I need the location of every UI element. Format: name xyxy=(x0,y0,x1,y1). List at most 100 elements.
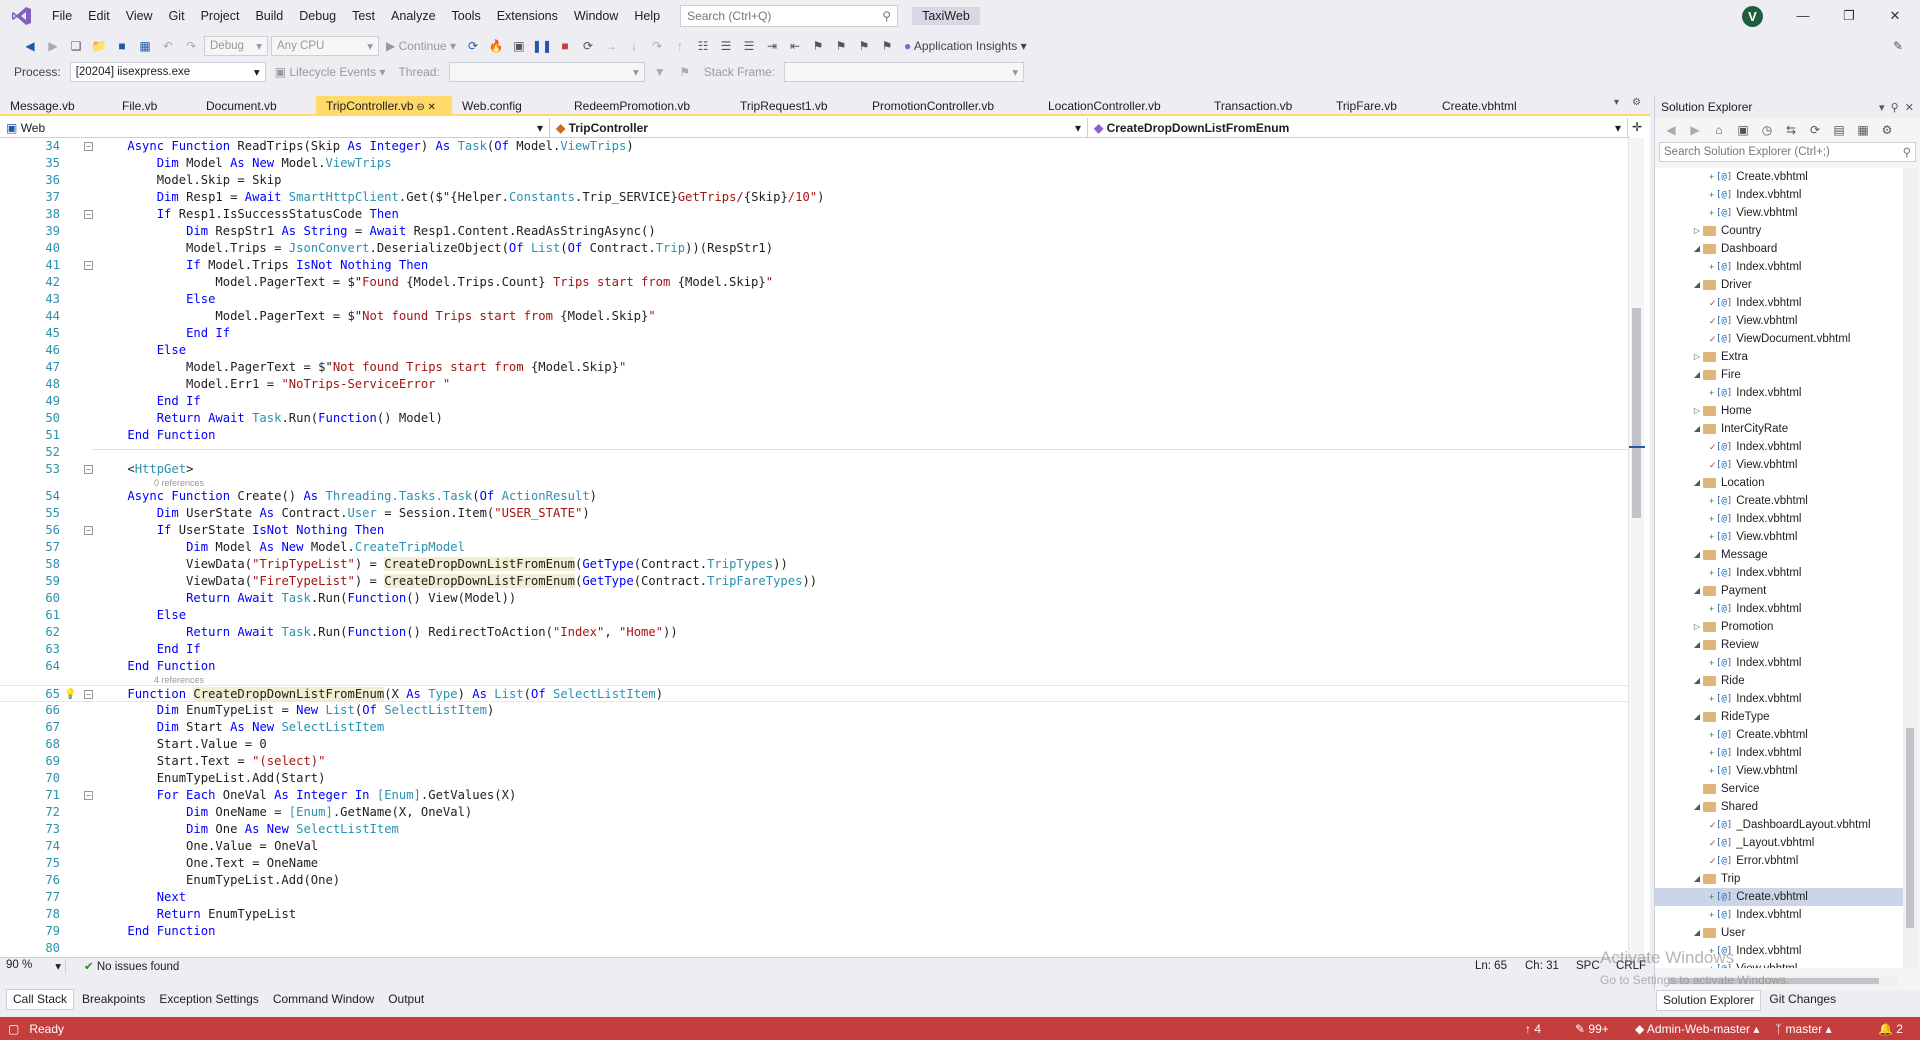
tree-file[interactable]: ✓ [@] _DashboardLayout.vbhtml xyxy=(1655,816,1905,834)
close-panel-icon[interactable]: ✕ xyxy=(1905,102,1914,114)
avatar[interactable]: V xyxy=(1742,6,1763,27)
push-indicator[interactable]: ↑ 4 xyxy=(1525,1022,1541,1036)
menu-file[interactable]: File xyxy=(44,0,80,32)
code-line[interactable]: 39 Dim RespStr1 As String = Await Resp1.… xyxy=(0,223,1630,240)
tree-file[interactable]: + [@] Index.vbhtml xyxy=(1655,744,1905,762)
properties-icon[interactable]: ⚙ xyxy=(1877,120,1897,140)
tab-redeempromotion-vb[interactable]: RedeemPromotion.vb xyxy=(564,96,730,114)
expanded-arrow-icon[interactable]: ◢ xyxy=(1691,546,1703,564)
code-line[interactable]: 66 Dim EnumTypeList = New List(Of Select… xyxy=(0,702,1630,719)
tree-folder[interactable]: ◢ InterCityRate xyxy=(1655,420,1905,438)
tab-transaction-vb[interactable]: Transaction.vb xyxy=(1204,96,1326,114)
tree-file[interactable]: + [@] Index.vbhtml xyxy=(1655,600,1905,618)
tree-file[interactable]: ✓ [@] _Layout.vbhtml xyxy=(1655,834,1905,852)
code-line[interactable]: 44 Model.PagerText = $"Not found Trips s… xyxy=(0,308,1630,325)
tree-folder[interactable]: ◢ Shared xyxy=(1655,798,1905,816)
notifications-button[interactable]: 🔔 2 xyxy=(1878,1022,1903,1036)
collapse-icon[interactable]: − xyxy=(84,791,93,800)
tab-web-config[interactable]: Web.config xyxy=(452,96,564,114)
tree-folder[interactable]: ▷ Country xyxy=(1655,222,1905,240)
hot-reload-icon[interactable]: 🔥 xyxy=(486,36,506,56)
refresh-tree-icon[interactable]: ⟳ xyxy=(1805,120,1825,140)
tool-tab-command-window[interactable]: Command Window xyxy=(267,990,380,1009)
code-line[interactable]: 64 End Function xyxy=(0,658,1630,675)
code-line[interactable]: 78 Return EnumTypeList xyxy=(0,906,1630,923)
tab-triprequest1-vb[interactable]: TripRequest1.vb xyxy=(730,96,862,114)
member-dropdown[interactable]: ◆ CreateDropDownListFromEnum ▾ xyxy=(1088,118,1628,138)
pending-changes-indicator[interactable]: ✎ 99+ xyxy=(1575,1022,1609,1036)
thread-select[interactable]: ▾ xyxy=(448,62,645,82)
step-into-icon[interactable]: ↓ xyxy=(624,36,644,56)
menu-extensions[interactable]: Extensions xyxy=(489,0,566,32)
collapsed-arrow-icon[interactable]: ▷ xyxy=(1691,348,1703,366)
se-back-icon[interactable]: ◀ xyxy=(1661,120,1681,140)
menu-debug[interactable]: Debug xyxy=(291,0,344,32)
tree-folder[interactable]: ◢ Message xyxy=(1655,546,1905,564)
tool-tab-breakpoints[interactable]: Breakpoints xyxy=(76,990,151,1009)
zoom-select[interactable]: 90 % ▾ xyxy=(0,959,66,973)
step-out-icon[interactable]: ↑ xyxy=(670,36,690,56)
code-line[interactable]: 57 Dim Model As New Model.CreateTripMode… xyxy=(0,539,1630,556)
code-line[interactable]: 65 − 💡 Function CreateDropDownListFromEnum… xyxy=(0,685,1630,702)
tree-file[interactable]: +[@]View.vbhtml xyxy=(1655,762,1905,780)
pending-changes-filter-icon[interactable]: ◷ xyxy=(1757,120,1777,140)
code-line[interactable]: 48 Model.Err1 = "NoTrips-ServiceError " xyxy=(0,376,1630,393)
switch-views-icon[interactable]: ▣ xyxy=(1733,120,1753,140)
code-line[interactable]: 73 Dim One As New SelectListItem xyxy=(0,821,1630,838)
expanded-arrow-icon[interactable]: ◢ xyxy=(1691,636,1703,654)
open-file-icon[interactable]: 📁 xyxy=(89,36,109,56)
code-line[interactable]: 62 Return Await Task.Run(Function() Redi… xyxy=(0,624,1630,641)
expanded-arrow-icon[interactable]: ◢ xyxy=(1691,870,1703,888)
collapse-icon[interactable]: − xyxy=(84,690,93,699)
redo-icon[interactable]: ↷ xyxy=(181,36,201,56)
tree-folder[interactable]: ◢ Payment xyxy=(1655,582,1905,600)
step-over-icon[interactable]: ↷ xyxy=(647,36,667,56)
application-insights-button[interactable]: ● Application Insights ▾ xyxy=(900,39,1031,53)
code-line[interactable]: 45 End If xyxy=(0,325,1630,342)
tree-scrollbar-thumb[interactable] xyxy=(1906,728,1914,928)
tree-folder[interactable]: ◢ Fire xyxy=(1655,366,1905,384)
expanded-arrow-icon[interactable]: ◢ xyxy=(1691,276,1703,294)
code-line[interactable]: 43 Else xyxy=(0,291,1630,308)
sync-icon[interactable]: ⇆ xyxy=(1781,120,1801,140)
code-line[interactable]: 47 Model.PagerText = $"Not found Trips s… xyxy=(0,359,1630,376)
tree-folder[interactable]: ◢ RideType xyxy=(1655,708,1905,726)
expanded-arrow-icon[interactable]: ◢ xyxy=(1691,582,1703,600)
code-line[interactable]: 42 Model.PagerText = $"Found {Model.Trip… xyxy=(0,274,1630,291)
lightbulb-icon[interactable]: 💡 xyxy=(64,686,76,703)
collapsed-arrow-icon[interactable]: ▷ xyxy=(1691,402,1703,420)
bookmark-icon[interactable]: ⚑ xyxy=(808,36,828,56)
tree-file[interactable]: ✓ [@] Index.vbhtml xyxy=(1655,438,1905,456)
split-window-icon[interactable]: ✛ xyxy=(1632,120,1642,134)
prev-bookmark-icon[interactable]: ⚑ xyxy=(854,36,874,56)
refresh-icon[interactable]: ⟳ xyxy=(463,36,483,56)
code-line[interactable]: 37 Dim Resp1 = Await SmartHttpClient.Get… xyxy=(0,189,1630,206)
tree-file[interactable]: + [@] Index.vbhtml xyxy=(1655,654,1905,672)
code-line[interactable]: 75 One.Text = OneName xyxy=(0,855,1630,872)
home-icon[interactable]: ⌂ xyxy=(1709,120,1729,140)
tree-folder[interactable]: ◢ Location xyxy=(1655,474,1905,492)
code-line[interactable]: 50 Return Await Task.Run(Function() Mode… xyxy=(0,410,1630,427)
expanded-arrow-icon[interactable]: ◢ xyxy=(1691,366,1703,384)
forward-icon[interactable]: ▶ xyxy=(43,36,63,56)
code-line[interactable]: 67 Dim Start As New SelectListItem xyxy=(0,719,1630,736)
menu-view[interactable]: View xyxy=(118,0,161,32)
code-line[interactable]: 34 − Async Function ReadTrips(Skip As Int… xyxy=(0,138,1630,155)
menu-window[interactable]: Window xyxy=(566,0,626,32)
code-line[interactable]: 68 Start.Value = 0 xyxy=(0,736,1630,753)
filter-icon[interactable]: ▼ xyxy=(650,62,670,82)
code-line[interactable]: 63 End If xyxy=(0,641,1630,658)
code-line[interactable]: 61 Else xyxy=(0,607,1630,624)
code-line[interactable]: 60 Return Await Task.Run(Function() View… xyxy=(0,590,1630,607)
pause-icon[interactable]: ❚❚ xyxy=(532,36,552,56)
code-line[interactable]: 53 − <HttpGet> xyxy=(0,461,1630,478)
expanded-arrow-icon[interactable]: ◢ xyxy=(1691,924,1703,942)
menu-edit[interactable]: Edit xyxy=(80,0,118,32)
pin-icon[interactable]: ⚲ xyxy=(1891,102,1899,114)
menu-project[interactable]: Project xyxy=(193,0,248,32)
hex-display-icon[interactable]: ☷ xyxy=(693,36,713,56)
menu-tools[interactable]: Tools xyxy=(444,0,489,32)
tab-message-vb[interactable]: Message.vb xyxy=(0,96,112,114)
tree-folder[interactable]: ◢ Ride xyxy=(1655,672,1905,690)
code-line[interactable]: 58 ViewData("TripTypeList") = CreateDrop… xyxy=(0,556,1630,573)
